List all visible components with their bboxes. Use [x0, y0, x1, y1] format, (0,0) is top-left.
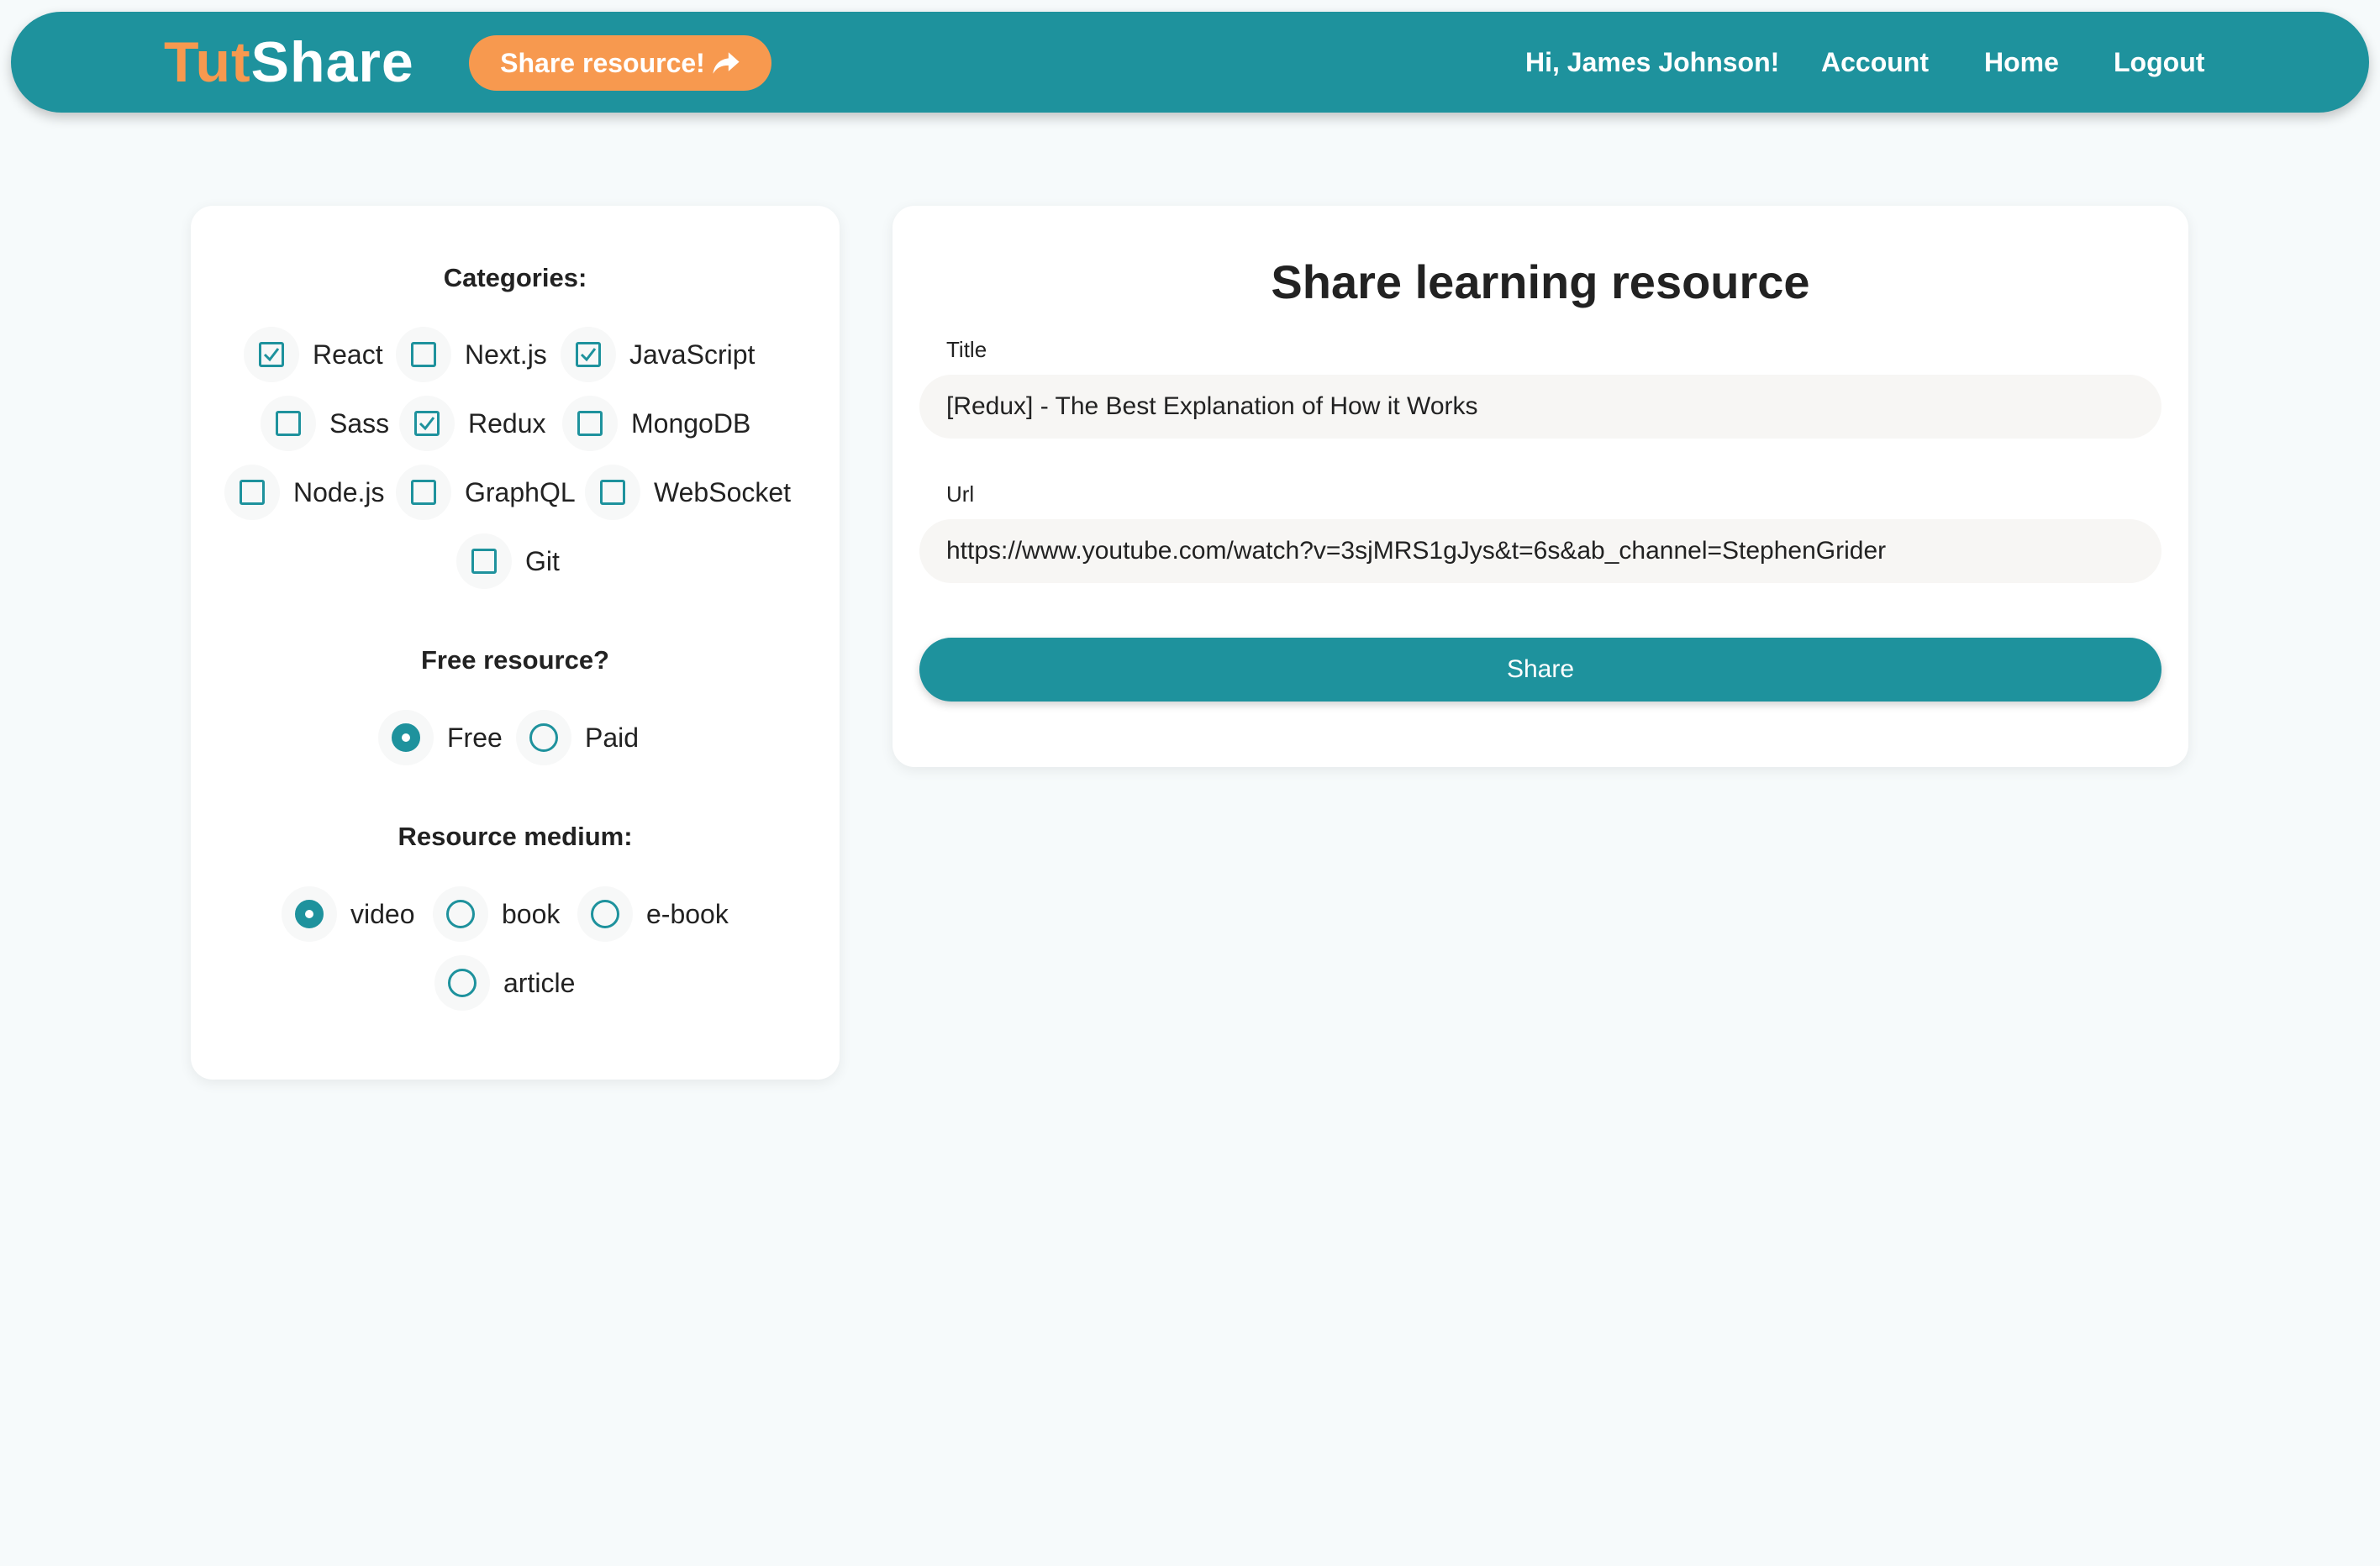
medium-option-book[interactable]: book: [433, 886, 560, 942]
category-label: Sass: [329, 407, 390, 439]
logo-part-tut: Tut: [164, 30, 251, 94]
share-form-heading: Share learning resource: [1271, 255, 1810, 308]
filter-panel: Categories: React Next.js JavaScript Sas…: [191, 206, 840, 1080]
checkbox-wrap: [224, 465, 280, 520]
checkbox-wrap: [261, 396, 316, 451]
checkbox-sass[interactable]: [276, 411, 301, 436]
category-label: MongoDB: [631, 407, 751, 439]
category-label: JavaScript: [629, 339, 756, 370]
radio-label: Paid: [585, 722, 640, 753]
free-option-paid[interactable]: Paid: [516, 710, 639, 765]
resource-medium-title: Resource medium:: [398, 822, 633, 851]
checkbox-graphql[interactable]: [411, 480, 436, 505]
checkbox-wrap: [396, 465, 451, 520]
radio-label: article: [503, 967, 576, 998]
title-label: Title: [946, 337, 987, 362]
checkbox-wrap: [561, 327, 616, 382]
share-resource-button[interactable]: Share resource!: [469, 35, 771, 91]
url-input[interactable]: [919, 519, 2161, 583]
category-option-mongodb[interactable]: MongoDB: [562, 396, 750, 451]
checkbox-javascript[interactable]: [576, 342, 601, 367]
free-option-free[interactable]: Free: [378, 710, 503, 765]
url-label: Url: [946, 481, 975, 507]
radio-label: e-book: [646, 898, 729, 929]
checkbox-websocket[interactable]: [600, 480, 625, 505]
category-label: WebSocket: [654, 476, 792, 507]
free-resource-title: Free resource?: [421, 645, 609, 675]
title-input[interactable]: [919, 375, 2161, 439]
share-submit-button[interactable]: Share: [919, 638, 2161, 702]
category-option-websocket[interactable]: WebSocket: [585, 465, 791, 520]
checkbox-wrap: [399, 396, 455, 451]
radio-wrap: [516, 710, 571, 765]
checkbox-wrap: [396, 327, 451, 382]
category-option-react[interactable]: React: [244, 327, 383, 382]
category-label: GraphQL: [465, 476, 576, 507]
category-label: Git: [525, 545, 560, 576]
radio-label: Free: [447, 722, 503, 753]
category-option-graphql[interactable]: GraphQL: [396, 465, 576, 520]
check-icon: [580, 348, 597, 362]
category-option-javascript[interactable]: JavaScript: [561, 327, 755, 382]
checkbox-nextjs[interactable]: [411, 342, 436, 367]
medium-option-video[interactable]: video: [282, 886, 415, 942]
share-resource-label: Share resource!: [500, 47, 705, 78]
category-option-sass[interactable]: Sass: [261, 396, 389, 451]
user-greeting: Hi, James Johnson!: [1525, 46, 1780, 77]
category-option-nextjs[interactable]: Next.js: [396, 327, 547, 382]
check-icon: [263, 348, 280, 362]
medium-option-ebook[interactable]: e-book: [577, 886, 729, 942]
category-option-nodejs[interactable]: Node.js: [224, 465, 385, 520]
checkbox-wrap: [562, 396, 618, 451]
share-form-card: Share learning resource Title Url Share: [893, 206, 2188, 767]
logo[interactable]: TutShare: [164, 30, 414, 94]
radio-wrap: [433, 886, 488, 942]
checkbox-wrap: [585, 465, 640, 520]
category-label: React: [313, 339, 383, 370]
category-label: Node.js: [293, 476, 385, 507]
category-label: Redux: [468, 407, 546, 439]
medium-option-article[interactable]: article: [434, 955, 575, 1011]
nav-link-account[interactable]: Account: [1821, 12, 1929, 113]
radio-label: book: [502, 898, 561, 929]
checkbox-git[interactable]: [471, 549, 497, 574]
radio-wrap: [378, 710, 434, 765]
radio-video[interactable]: [295, 900, 324, 928]
nav-link-home[interactable]: Home: [1984, 12, 2059, 113]
radio-ebook[interactable]: [591, 900, 619, 928]
radio-free[interactable]: [392, 723, 420, 752]
navbar: TutShare Share resource! Hi, James Johns…: [11, 12, 2369, 113]
radio-wrap: [577, 886, 633, 942]
category-option-git[interactable]: Git: [456, 533, 560, 589]
checkbox-react[interactable]: [259, 342, 284, 367]
nav-link-logout[interactable]: Logout: [2114, 12, 2204, 113]
radio-wrap: [434, 955, 490, 1011]
logo-part-share: Share: [250, 30, 414, 94]
category-option-redux[interactable]: Redux: [399, 396, 546, 451]
checkbox-wrap: [244, 327, 299, 382]
radio-label: video: [350, 898, 415, 929]
checkbox-redux[interactable]: [414, 411, 440, 436]
checkbox-mongodb[interactable]: [577, 411, 603, 436]
radio-book[interactable]: [446, 900, 475, 928]
check-icon: [419, 417, 435, 431]
category-label: Next.js: [465, 339, 547, 370]
radio-article[interactable]: [448, 969, 477, 997]
checkbox-wrap: [456, 533, 512, 589]
share-arrow-icon: [713, 52, 740, 74]
categories-title: Categories:: [443, 263, 587, 292]
radio-wrap: [282, 886, 337, 942]
radio-paid[interactable]: [529, 723, 558, 752]
checkbox-nodejs[interactable]: [240, 480, 265, 505]
